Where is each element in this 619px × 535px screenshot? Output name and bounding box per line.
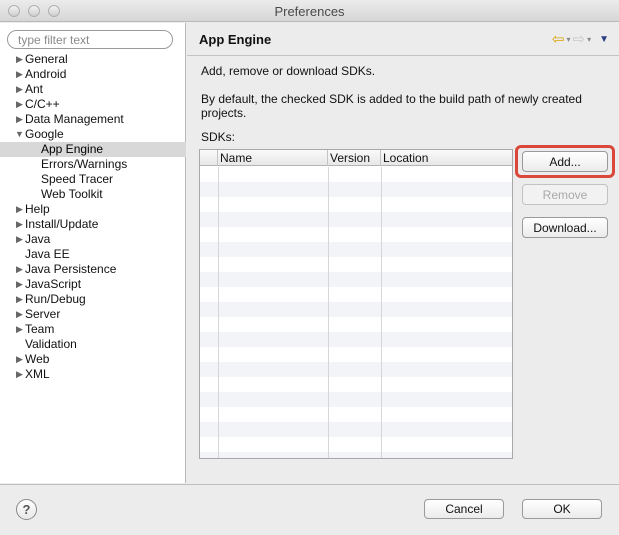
- remove-sdk-button[interactable]: Remove: [522, 184, 608, 205]
- page-header: App Engine ⇦ ▾ ⇨ ▾ ▼: [187, 23, 619, 56]
- tree-item-label: App Engine: [41, 142, 104, 156]
- window-title: Preferences: [274, 4, 345, 19]
- tree-item-validation[interactable]: Validation: [0, 337, 186, 352]
- tree-item-server[interactable]: ▶ Server: [0, 307, 186, 322]
- tree-item-label: XML: [25, 367, 50, 381]
- preferences-sidebar: ▶General▶Android▶Ant▶C/C++▶Data Manageme…: [0, 23, 186, 483]
- tree-item-label: Android: [25, 67, 67, 81]
- cancel-button[interactable]: Cancel: [424, 499, 504, 519]
- add-sdk-button[interactable]: Add...: [522, 151, 608, 172]
- column-divider: [328, 167, 329, 458]
- collapsed-triangle-icon[interactable]: ▶: [15, 232, 24, 247]
- tree-item-data-management[interactable]: ▶ Data Management: [0, 112, 186, 127]
- tree-item-label: Google: [25, 127, 64, 141]
- dialog-footer: ? Cancel OK: [0, 484, 619, 535]
- tree-item-label: Install/Update: [25, 217, 99, 231]
- page-title: App Engine: [199, 32, 272, 47]
- filter-input[interactable]: [7, 30, 173, 49]
- sdk-table-header: Name Version Location: [200, 150, 512, 166]
- tree-item-web-toolkit[interactable]: Web Toolkit: [0, 187, 186, 202]
- collapsed-triangle-icon[interactable]: ▶: [15, 277, 24, 292]
- help-icon[interactable]: ?: [16, 499, 37, 520]
- view-menu-icon[interactable]: ▼: [599, 34, 609, 45]
- tree-item-label: Java Persistence: [25, 262, 117, 276]
- collapsed-triangle-icon[interactable]: ▶: [15, 217, 24, 232]
- tree-item-label: Ant: [25, 82, 44, 96]
- tree-item-c-c-[interactable]: ▶ C/C++: [0, 97, 186, 112]
- tree-item-label: Server: [25, 307, 61, 321]
- collapsed-triangle-icon[interactable]: ▶: [15, 352, 24, 367]
- checkbox-column-header[interactable]: [200, 150, 218, 166]
- page-description: Add, remove or download SDKs.: [201, 64, 376, 78]
- tree-item-java-ee[interactable]: Java EE: [0, 247, 186, 262]
- column-divider: [381, 167, 382, 458]
- preferences-tree: ▶ General ▶ Android ▶ Ant ▶ C/C++ ▶ Data Manageme…: [0, 52, 186, 382]
- tree-item-label: Errors/Warnings: [41, 157, 128, 171]
- ok-button[interactable]: OK: [522, 499, 602, 519]
- tree-item-ant[interactable]: ▶ Ant: [0, 82, 186, 97]
- back-history-dropdown-icon[interactable]: ▾: [566, 35, 570, 44]
- sdks-label: SDKs:: [201, 130, 236, 144]
- column-header-version[interactable]: Version: [328, 150, 381, 166]
- tree-item-install-update[interactable]: ▶ Install/Update: [0, 217, 186, 232]
- tree-item-label: Validation: [25, 337, 77, 351]
- tree-item-app-engine[interactable]: App Engine: [0, 142, 186, 157]
- collapsed-triangle-icon[interactable]: ▶: [15, 322, 24, 337]
- build-path-note: By default, the checked SDK is added to …: [201, 92, 582, 120]
- page-navigation: ⇦ ▾ ⇨ ▾ ▼: [552, 30, 609, 48]
- collapsed-triangle-icon[interactable]: ▶: [15, 262, 24, 277]
- collapsed-triangle-icon[interactable]: ▶: [15, 97, 24, 112]
- column-header-name[interactable]: Name: [218, 150, 328, 166]
- tree-item-label: Web Toolkit: [41, 187, 103, 201]
- tree-item-team[interactable]: ▶ Team: [0, 322, 186, 337]
- tree-item-label: Team: [25, 322, 55, 336]
- tree-item-java[interactable]: ▶ Java: [0, 232, 186, 247]
- column-header-location[interactable]: Location: [381, 150, 512, 166]
- forward-arrow-icon[interactable]: ⇨: [573, 30, 586, 48]
- tree-item-web[interactable]: ▶ Web: [0, 352, 186, 367]
- sdk-table-body[interactable]: [200, 167, 512, 458]
- collapsed-triangle-icon[interactable]: ▶: [15, 292, 24, 307]
- preference-page: App Engine ⇦ ▾ ⇨ ▾ ▼ Add, remove or down…: [187, 23, 619, 483]
- tree-item-label: Run/Debug: [25, 292, 86, 306]
- sdk-table[interactable]: Name Version Location: [199, 149, 513, 459]
- tree-item-java-persistence[interactable]: ▶ Java Persistence: [0, 262, 186, 277]
- tree-item-label: Web: [25, 352, 50, 366]
- tree-item-javascript[interactable]: ▶ JavaScript: [0, 277, 186, 292]
- collapsed-triangle-icon[interactable]: ▶: [15, 367, 24, 382]
- tree-item-xml[interactable]: ▶ XML: [0, 367, 186, 382]
- column-divider: [218, 167, 219, 458]
- tree-item-label: Java: [25, 232, 51, 246]
- collapsed-triangle-icon[interactable]: ▶: [15, 67, 24, 82]
- tree-item-label: C/C++: [25, 97, 60, 111]
- tree-item-label: Help: [25, 202, 50, 216]
- tree-item-label: JavaScript: [25, 277, 82, 291]
- collapsed-triangle-icon[interactable]: ▶: [15, 112, 24, 127]
- tree-item-android[interactable]: ▶ Android: [0, 67, 186, 82]
- tree-item-label: General: [25, 52, 68, 66]
- tree-item-google[interactable]: ▼ Google: [0, 127, 186, 142]
- tree-item-general[interactable]: ▶ General: [0, 52, 186, 67]
- collapsed-triangle-icon[interactable]: ▶: [15, 82, 24, 97]
- collapsed-triangle-icon[interactable]: ▶: [15, 52, 24, 67]
- collapsed-triangle-icon[interactable]: ▶: [15, 202, 24, 217]
- tree-item-help[interactable]: ▶ Help: [0, 202, 186, 217]
- back-arrow-icon[interactable]: ⇦: [552, 30, 565, 48]
- title-bar: Preferences: [0, 0, 619, 22]
- forward-history-dropdown-icon[interactable]: ▾: [587, 35, 591, 44]
- tree-item-errors-warnings[interactable]: Errors/Warnings: [0, 157, 186, 172]
- tree-item-label: Data Management: [25, 112, 124, 126]
- tree-item-label: Java EE: [25, 247, 70, 261]
- expanded-triangle-icon[interactable]: ▼: [15, 127, 24, 142]
- tree-item-label: Speed Tracer: [41, 172, 114, 186]
- tree-item-speed-tracer[interactable]: Speed Tracer: [0, 172, 186, 187]
- collapsed-triangle-icon[interactable]: ▶: [15, 307, 24, 322]
- download-sdk-button[interactable]: Download...: [522, 217, 608, 238]
- tree-item-run-debug[interactable]: ▶ Run/Debug: [0, 292, 186, 307]
